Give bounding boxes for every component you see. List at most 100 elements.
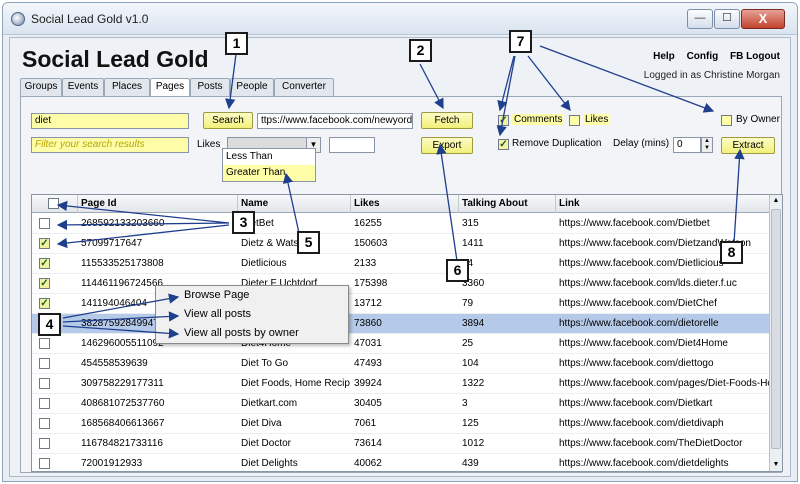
scroll-down-icon[interactable]: ▼ xyxy=(770,459,782,471)
table-row[interactable]: ✓115533525173808Dietlicious213334https:/… xyxy=(32,254,770,274)
menu-browse-page[interactable]: Browse Page xyxy=(156,286,348,305)
app-window: Social Lead Gold v1.0 — ☐ X Social Lead … xyxy=(2,2,798,482)
delay-input[interactable]: 0 xyxy=(673,137,701,153)
fb-logout-link[interactable]: FB Logout xyxy=(730,51,780,62)
cell-talking-about: 104 xyxy=(462,358,479,369)
tab-posts[interactable]: Posts xyxy=(190,78,230,96)
row-checkbox[interactable] xyxy=(39,438,50,449)
delay-label: Delay (mins) xyxy=(613,138,670,149)
cell-name: Diet Foods, Home Recip xyxy=(241,378,350,389)
scroll-up-icon[interactable]: ▲ xyxy=(770,195,782,207)
remove-duplication-checkbox[interactable]: ✓ xyxy=(498,139,509,150)
row-checkbox[interactable]: ✓ xyxy=(39,278,50,289)
cell-link: https://www.facebook.com/dietdivaph xyxy=(559,418,724,429)
cell-name: Dietlicious xyxy=(241,258,287,269)
cell-page-id: 168568406613667 xyxy=(81,418,165,429)
tab-pages[interactable]: Pages xyxy=(150,78,190,97)
scroll-thumb[interactable] xyxy=(771,209,781,449)
by-owner-label: By Owner xyxy=(736,114,780,125)
tab-converter[interactable]: Converter xyxy=(274,78,334,96)
row-checkbox[interactable]: ✓ xyxy=(39,238,50,249)
row-checkbox[interactable] xyxy=(39,458,50,469)
table-row[interactable]: 268592133203660 DietBet 16255 315 https://ww… xyxy=(32,214,770,234)
cell-page-id: 116784821733116 xyxy=(81,438,163,449)
header-link[interactable]: Link xyxy=(556,195,770,213)
close-button[interactable]: X xyxy=(741,9,785,29)
likes-value-input[interactable] xyxy=(329,137,375,153)
search-input[interactable]: diet xyxy=(31,113,189,129)
cell-page-id: 309758229177311 xyxy=(81,378,164,389)
filter-results-input[interactable]: Filter your search results xyxy=(31,137,189,153)
table-header: Page Id Name Likes Talking About Link xyxy=(32,195,770,213)
cell-likes: 2133 xyxy=(354,258,377,269)
callout-1: 1 xyxy=(225,32,248,55)
cell-talking-about: 315 xyxy=(462,218,479,229)
header-page-id[interactable]: Page Id xyxy=(78,195,238,213)
header-likes[interactable]: Likes xyxy=(351,195,459,213)
table-row[interactable]: ✓ 114461196724566 Dieter F Uchtdorf 175398 3… xyxy=(32,274,770,294)
extract-button[interactable]: Extract xyxy=(721,137,775,154)
row-checkbox[interactable] xyxy=(39,378,50,389)
menu-view-posts-by-owner[interactable]: View all posts by owner xyxy=(156,324,348,343)
cell-likes: 73614 xyxy=(354,438,382,449)
tab-people[interactable]: People xyxy=(230,78,274,96)
cell-likes: 47031 xyxy=(354,338,382,349)
table-row[interactable]: ✓ 57099717647 Dietz & Watson 150603 1411 http… xyxy=(32,234,770,254)
table-row[interactable]: 116784821733116 Diet Doctor 73614 1012 https… xyxy=(32,434,770,454)
export-button[interactable]: Export xyxy=(421,137,473,154)
table-row[interactable]: 146296005511092Diet4Home4703125https://w… xyxy=(32,334,770,354)
search-button[interactable]: Search xyxy=(203,112,253,129)
row-checkbox[interactable] xyxy=(39,358,50,369)
help-link[interactable]: Help xyxy=(653,51,675,62)
cell-name: Dietkart.com xyxy=(241,398,298,409)
cell-link: https://www.facebook.com/Dietbet xyxy=(559,218,710,229)
table-row[interactable]: 408681072537760 Dietkart.com 30405 3 https:/… xyxy=(32,394,770,414)
cell-talking-about: 1411 xyxy=(462,238,484,249)
cell-link: https://www.facebook.com/Dietkart xyxy=(559,398,713,409)
cell-link: https://www.facebook.com/Diet4Home xyxy=(559,338,728,349)
table-row[interactable]: ✓141194046404Diet Chef1371279https://www… xyxy=(32,294,770,314)
vertical-scrollbar[interactable]: ▲ ▼ xyxy=(769,195,782,471)
option-greater-than[interactable]: Greater Than xyxy=(223,165,315,181)
table-row[interactable]: 168568406613667 Diet Diva 7061 125 https://w… xyxy=(32,414,770,434)
tab-places[interactable]: Places xyxy=(104,78,150,96)
cell-talking-about: 79 xyxy=(462,298,474,309)
minimize-button[interactable]: — xyxy=(687,9,713,29)
callout-5: 5 xyxy=(297,231,320,254)
table-row[interactable]: ✓382875928499479Dietorelle738603894https… xyxy=(32,314,770,334)
comments-checkbox[interactable]: ✓ xyxy=(498,115,509,126)
table-row[interactable]: 309758229177311 Diet Foods, Home Recip 399… xyxy=(32,374,770,394)
page-url-input[interactable]: ttps://www.facebook.com/newyordiet xyxy=(257,113,413,129)
cell-talking-about: 3360 xyxy=(462,278,485,289)
select-all-checkbox[interactable] xyxy=(48,198,59,209)
cell-talking-about: 3 xyxy=(462,398,468,409)
header-talking-about[interactable]: Talking About xyxy=(459,195,556,213)
top-links: Help Config FB Logout xyxy=(644,51,780,62)
config-link[interactable]: Config xyxy=(687,51,719,62)
tab-groups[interactable]: Groups xyxy=(20,78,62,96)
maximize-button[interactable]: ☐ xyxy=(714,9,740,29)
row-checkbox[interactable] xyxy=(39,398,50,409)
likes-checkbox[interactable] xyxy=(569,115,580,126)
row-checkbox[interactable]: ✓ xyxy=(39,298,50,309)
comments-label: Comments xyxy=(512,114,565,125)
table-row[interactable]: 72001912933 Diet Delights 40062 439 https://… xyxy=(32,454,770,471)
menu-view-all-posts[interactable]: View all posts xyxy=(156,305,348,324)
cell-likes: 7061 xyxy=(354,418,377,429)
row-checkbox[interactable]: ✓ xyxy=(39,258,50,269)
cell-name: Diet Delights xyxy=(241,458,298,469)
table-row[interactable]: 454558539639 Diet To Go 47493 104 https://ww… xyxy=(32,354,770,374)
cell-page-id: 57099717647 xyxy=(81,238,143,249)
row-checkbox[interactable] xyxy=(39,338,50,349)
cell-link: https://www.facebook.com/TheDietDoctor xyxy=(559,438,743,449)
row-checkbox[interactable] xyxy=(39,218,50,229)
cell-page-id: 454558539639 xyxy=(81,358,148,369)
option-less-than[interactable]: Less Than xyxy=(223,149,315,165)
by-owner-checkbox[interactable] xyxy=(721,115,732,126)
row-checkbox[interactable] xyxy=(39,418,50,429)
fetch-button[interactable]: Fetch xyxy=(421,112,473,129)
tab-events[interactable]: Events xyxy=(62,78,104,96)
main-content: Social Lead Gold Help Config FB Logout L… xyxy=(9,37,791,477)
cell-link: https://www.facebook.com/diettogo xyxy=(559,358,714,369)
delay-spinner[interactable]: ▲ ▼ xyxy=(701,137,713,153)
